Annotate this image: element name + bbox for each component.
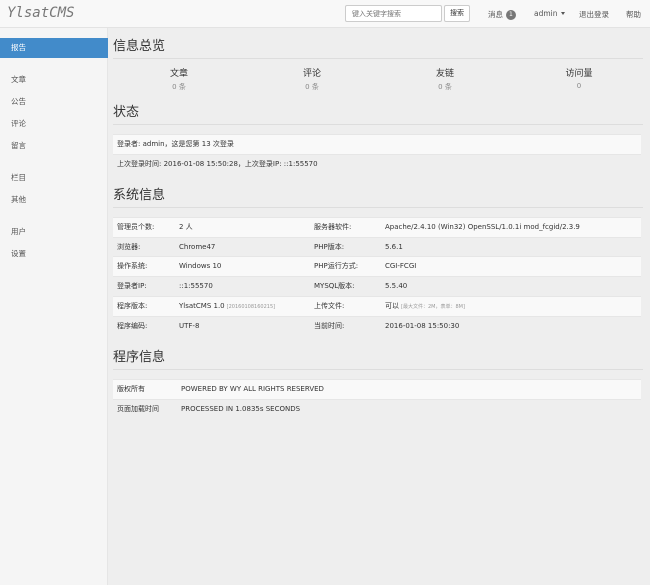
- sidebar-item-articles[interactable]: 文章: [0, 70, 108, 90]
- info-value: 可以: [385, 302, 399, 310]
- info-label: 页面加载时间: [117, 405, 159, 413]
- info-value: YlsatCMS 1.0: [179, 302, 225, 310]
- main-content: 信息总览 文章 0 条 评论 0 条 友链 0 条 访问量 0 状态 登录者: …: [108, 28, 650, 585]
- table-row: 程序版本: YlsatCMS 1.0 [20160108160215] 上传文件:…: [113, 296, 641, 316]
- messages-link[interactable]: 消息 1: [488, 9, 516, 20]
- stat-label: 访问量: [565, 69, 593, 79]
- info-value: CGI-FCGI: [385, 262, 417, 270]
- sidebar-item-comments[interactable]: 评论: [0, 114, 108, 134]
- table-row: 操作系统: Windows 10 PHP运行方式: CGI-FCGI: [113, 256, 641, 276]
- info-note: [最大文件：2M，表单：8M]: [401, 304, 465, 310]
- info-label: 程序版本:: [117, 302, 148, 310]
- sidebar-item-other[interactable]: 其他: [0, 190, 108, 210]
- info-label: 登录者IP:: [117, 282, 147, 290]
- info-note: [20160108160215]: [226, 304, 276, 310]
- search-input[interactable]: [345, 5, 442, 22]
- help-link[interactable]: 帮助: [626, 9, 641, 20]
- status-title: 状态: [113, 101, 643, 125]
- info-value: 2 人: [179, 223, 193, 231]
- info-label: 管理员个数:: [117, 223, 155, 231]
- table-row: 登录者IP: ::1:55570 MYSQL版本: 5.5.40: [113, 276, 641, 296]
- user-menu[interactable]: admin: [534, 9, 565, 18]
- info-label: 上传文件:: [314, 302, 345, 310]
- status-login-row: 登录者: admin，这是您第 13 次登录: [113, 134, 641, 154]
- overview-title: 信息总览: [113, 35, 643, 59]
- info-label: 程序编码:: [117, 322, 148, 330]
- stat-value: 0 条: [305, 83, 319, 91]
- info-value: UTF-8: [179, 322, 200, 330]
- stat-value: 0: [576, 82, 582, 90]
- logout-link[interactable]: 退出登录: [579, 9, 609, 20]
- info-label: 浏览器:: [117, 243, 141, 251]
- stat-value: 0 条: [172, 83, 186, 91]
- stat-label: 文章: [169, 69, 188, 79]
- table-row: 管理员个数: 2 人 服务器软件: Apache/2.4.10 (Win32) …: [113, 217, 641, 237]
- info-label: MYSQL版本:: [314, 282, 355, 290]
- chevron-down-icon: [560, 12, 565, 15]
- info-value: Apache/2.4.10 (Win32) OpenSSL/1.0.1i mod…: [385, 223, 580, 231]
- info-label: PHP运行方式:: [314, 262, 359, 270]
- table-row: 程序编码: UTF-8 当前时间: 2016-01-08 15:50:30: [113, 316, 641, 336]
- info-value-with-note: YlsatCMS 1.0 [20160108160215]: [179, 297, 275, 317]
- sidebar: 报告 文章 公告 评论 留言 栏目 其他 用户 设置: [0, 28, 108, 585]
- status-last-login-text: 上次登录时间: 2016-01-08 15:50:28，上次登录IP: ::1:…: [117, 160, 318, 168]
- info-label: 操作系统:: [117, 262, 148, 270]
- table-row: 页面加载时间 PROCESSED IN 1.0835s SECONDS: [113, 399, 641, 419]
- sysinfo-title: 系统信息: [113, 184, 643, 208]
- info-value: ::1:55570: [179, 282, 213, 290]
- stat-comments: 评论 0 条: [262, 66, 362, 92]
- stat-label: 评论: [302, 69, 321, 79]
- info-value: Chrome47: [179, 243, 216, 251]
- info-label: PHP版本:: [314, 243, 345, 251]
- sidebar-item-notices[interactable]: 公告: [0, 92, 108, 112]
- info-value: Windows 10: [179, 262, 222, 270]
- info-label: 当前时间:: [314, 322, 345, 330]
- stat-visits: 访问量 0: [529, 66, 629, 90]
- search-button[interactable]: 搜索: [444, 5, 470, 22]
- messages-label: 消息: [488, 10, 503, 19]
- program-title: 程序信息: [113, 346, 643, 370]
- table-row: 浏览器: Chrome47 PHP版本: 5.6.1: [113, 237, 641, 257]
- top-navbar: YlsatCMS 搜索 消息1 admin 退出登录 帮助: [0, 0, 650, 28]
- sidebar-item-columns[interactable]: 栏目: [0, 168, 108, 188]
- sidebar-item-messages[interactable]: 留言: [0, 136, 108, 156]
- stat-label: 友链: [435, 69, 454, 79]
- info-value-with-note: 可以 [最大文件：2M，表单：8M]: [385, 297, 465, 317]
- info-label: 版权所有: [117, 385, 145, 393]
- info-value: 5.6.1: [385, 243, 403, 251]
- app-logo[interactable]: YlsatCMS: [7, 5, 74, 21]
- info-value: 5.5.40: [385, 282, 408, 290]
- user-name: admin: [534, 9, 558, 18]
- info-value: PROCESSED IN 1.0835s SECONDS: [181, 405, 301, 413]
- info-value: POWERED BY WY ALL RIGHTS RESERVED: [181, 385, 324, 393]
- sidebar-item-settings[interactable]: 设置: [0, 244, 108, 264]
- info-label: 服务器软件:: [314, 223, 352, 231]
- stat-value: 0 条: [438, 83, 452, 91]
- sidebar-item-users[interactable]: 用户: [0, 222, 108, 242]
- status-login-text: 登录者: admin，这是您第 13 次登录: [117, 140, 234, 148]
- stat-articles: 文章 0 条: [129, 66, 229, 92]
- stat-links: 友链 0 条: [395, 66, 495, 92]
- table-row: 版权所有 POWERED BY WY ALL RIGHTS RESERVED: [113, 379, 641, 399]
- sidebar-item-report[interactable]: 报告: [0, 38, 108, 58]
- info-value: 2016-01-08 15:50:30: [385, 322, 460, 330]
- messages-badge: 1: [506, 10, 516, 20]
- status-last-login-row: 上次登录时间: 2016-01-08 15:50:28，上次登录IP: ::1:…: [113, 154, 641, 174]
